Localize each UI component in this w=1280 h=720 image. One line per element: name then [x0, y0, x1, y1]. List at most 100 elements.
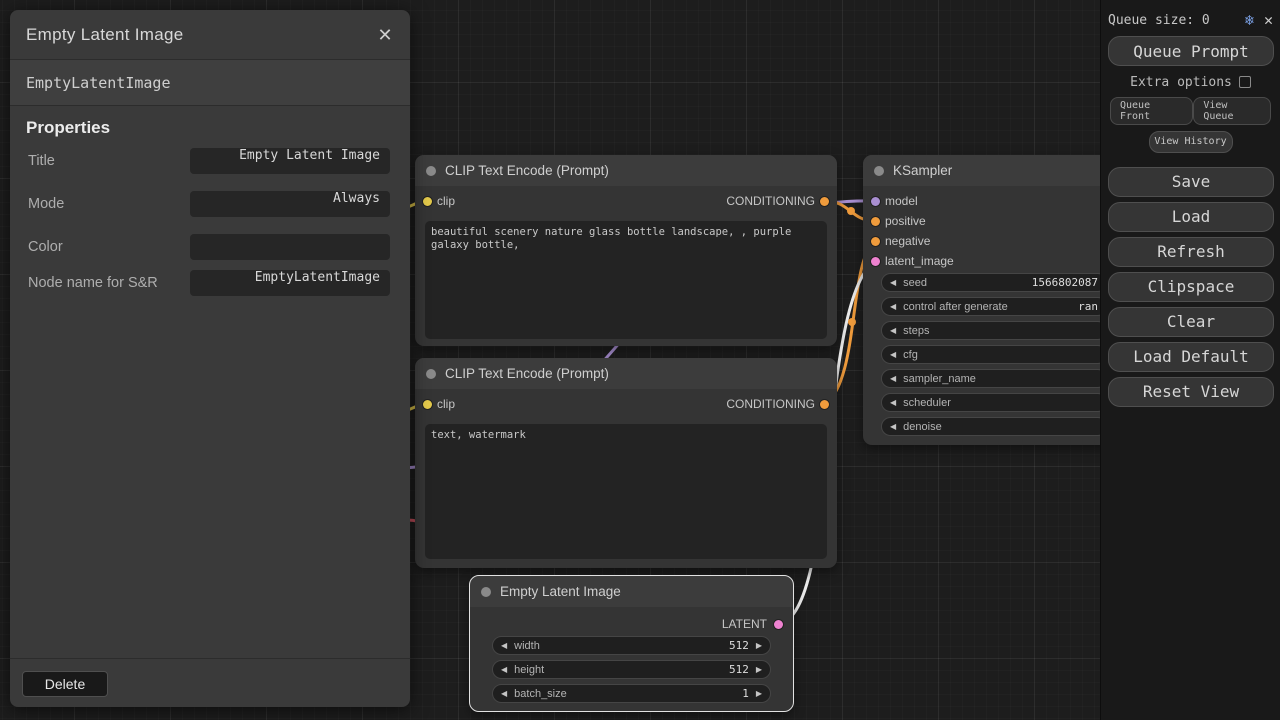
dialog-title: Empty Latent Image — [26, 25, 184, 45]
decrement-arrow-icon[interactable]: ◀ — [890, 399, 896, 407]
widget-control-after-generate[interactable]: ◀ control after generate ran — [881, 297, 1107, 316]
widget-label: steps — [903, 325, 929, 337]
node-clip-text-encode-positive[interactable]: CLIP Text Encode (Prompt) clip CONDITION… — [415, 155, 837, 346]
collapse-dot-icon[interactable] — [481, 587, 491, 597]
extra-options-row: Extra options — [1108, 72, 1273, 92]
refresh-button[interactable]: Refresh — [1108, 237, 1274, 267]
decrement-arrow-icon[interactable]: ◀ — [501, 666, 507, 674]
decrement-arrow-icon[interactable]: ◀ — [890, 351, 896, 359]
input-port-model[interactable] — [871, 197, 880, 206]
node-clip-text-encode-negative[interactable]: CLIP Text Encode (Prompt) clip CONDITION… — [415, 358, 837, 568]
queue-size-label: Queue size: 0 — [1108, 13, 1210, 28]
field-label: Node name for S&R — [28, 274, 178, 292]
widget-label: seed — [903, 277, 927, 289]
output-port-conditioning[interactable] — [820, 400, 829, 409]
node-title-bar[interactable]: Empty Latent Image — [470, 576, 793, 607]
node-title: CLIP Text Encode (Prompt) — [445, 366, 609, 381]
output-slot-label: LATENT — [722, 617, 767, 631]
input-slot-label: clip — [437, 194, 455, 208]
input-port-clip[interactable] — [423, 400, 432, 409]
collapse-dot-icon[interactable] — [426, 369, 436, 379]
output-port-conditioning[interactable] — [820, 197, 829, 206]
increment-arrow-icon[interactable]: ▶ — [756, 690, 762, 698]
field-label: Title — [28, 152, 178, 170]
node-title-bar[interactable]: CLIP Text Encode (Prompt) — [415, 155, 837, 186]
decrement-arrow-icon[interactable]: ◀ — [890, 327, 896, 335]
divider — [10, 658, 410, 659]
decrement-arrow-icon[interactable]: ◀ — [890, 279, 896, 287]
widget-steps[interactable]: ◀ steps — [881, 321, 1107, 340]
node-empty-latent-image[interactable]: Empty Latent Image LATENT ◀ width 512 ▶ … — [470, 576, 793, 711]
widget-value: 512 — [729, 663, 749, 676]
delete-button[interactable]: Delete — [22, 671, 108, 697]
clear-button[interactable]: Clear — [1108, 307, 1274, 337]
node-name-field[interactable]: EmptyLatentImage — [190, 270, 390, 296]
input-slot-label: model — [885, 194, 918, 208]
queue-controls-row: Queue Front View Queue — [1108, 97, 1273, 125]
mode-field[interactable]: Always — [190, 191, 390, 217]
reset-view-button[interactable]: Reset View — [1108, 377, 1274, 407]
increment-arrow-icon[interactable]: ▶ — [756, 642, 762, 650]
input-slot-label: negative — [885, 234, 930, 248]
widget-label: control after generate — [903, 301, 1008, 313]
decrement-arrow-icon[interactable]: ◀ — [501, 642, 507, 650]
node-type-label: EmptyLatentImage — [10, 60, 410, 106]
widget-denoise[interactable]: ◀ denoise — [881, 417, 1107, 436]
decrement-arrow-icon[interactable]: ◀ — [890, 303, 896, 311]
node-title: Empty Latent Image — [500, 584, 621, 599]
node-ksampler[interactable]: KSampler model positive negative latent_… — [863, 155, 1115, 445]
widget-cfg[interactable]: ◀ cfg — [881, 345, 1107, 364]
save-button[interactable]: Save — [1108, 167, 1274, 197]
field-row-color: Color — [26, 234, 390, 260]
node-properties-dialog: Empty Latent Image ✕ EmptyLatentImage Pr… — [10, 10, 410, 707]
load-default-button[interactable]: Load Default — [1108, 342, 1274, 372]
widget-label: height — [514, 664, 544, 676]
extra-options-checkbox[interactable] — [1239, 76, 1251, 88]
dialog-header: Empty Latent Image ✕ — [10, 10, 410, 60]
color-field[interactable] — [190, 234, 390, 260]
input-port-latent-image[interactable] — [871, 257, 880, 266]
field-row-mode: Mode Always — [26, 191, 390, 217]
queue-prompt-button[interactable]: Queue Prompt — [1108, 36, 1274, 66]
collapse-dot-icon[interactable] — [426, 166, 436, 176]
increment-arrow-icon[interactable]: ▶ — [756, 666, 762, 674]
widget-label: width — [514, 640, 540, 652]
close-icon[interactable]: ✕ — [372, 22, 398, 48]
widget-label: denoise — [903, 421, 942, 433]
widget-width[interactable]: ◀ width 512 ▶ — [492, 636, 771, 655]
widget-label: cfg — [903, 349, 918, 361]
decrement-arrow-icon[interactable]: ◀ — [890, 423, 896, 431]
view-queue-button[interactable]: View Queue — [1193, 97, 1271, 125]
widget-label: batch_size — [514, 688, 567, 700]
decrement-arrow-icon[interactable]: ◀ — [501, 690, 507, 698]
clipspace-button[interactable]: Clipspace — [1108, 272, 1274, 302]
close-icon[interactable]: ✕ — [1264, 11, 1273, 29]
output-port-latent[interactable] — [774, 620, 783, 629]
prompt-text-widget[interactable]: text, watermark — [425, 424, 827, 559]
input-port-positive[interactable] — [871, 217, 880, 226]
prompt-text-widget[interactable]: beautiful scenery nature glass bottle la… — [425, 221, 827, 339]
node-title-bar[interactable]: KSampler — [863, 155, 1115, 186]
input-port-clip[interactable] — [423, 197, 432, 206]
collapse-dot-icon[interactable] — [874, 166, 884, 176]
title-field[interactable]: Empty Latent Image — [190, 148, 390, 174]
widget-height[interactable]: ◀ height 512 ▶ — [492, 660, 771, 679]
input-port-negative[interactable] — [871, 237, 880, 246]
queue-front-button[interactable]: Queue Front — [1110, 97, 1193, 125]
comfyui-app: CLIP Text Encode (Prompt) clip CONDITION… — [0, 0, 1280, 720]
decrement-arrow-icon[interactable]: ◀ — [890, 375, 896, 383]
widget-batch-size[interactable]: ◀ batch_size 1 ▶ — [492, 684, 771, 703]
widget-label: sampler_name — [903, 373, 976, 385]
snowflake-icon[interactable]: ❄ — [1245, 11, 1254, 29]
view-history-button[interactable]: View History — [1149, 131, 1233, 153]
load-button[interactable]: Load — [1108, 202, 1274, 232]
widget-value: ran — [1078, 300, 1098, 313]
widget-seed[interactable]: ◀ seed 1566802087 — [881, 273, 1107, 292]
field-label: Color — [28, 238, 178, 256]
node-title: CLIP Text Encode (Prompt) — [445, 163, 609, 178]
widget-sampler-name[interactable]: ◀ sampler_name — [881, 369, 1107, 388]
widget-scheduler[interactable]: ◀ scheduler — [881, 393, 1107, 412]
widget-label: scheduler — [903, 397, 951, 409]
node-title-bar[interactable]: CLIP Text Encode (Prompt) — [415, 358, 837, 389]
input-slot-label: latent_image — [885, 254, 954, 268]
